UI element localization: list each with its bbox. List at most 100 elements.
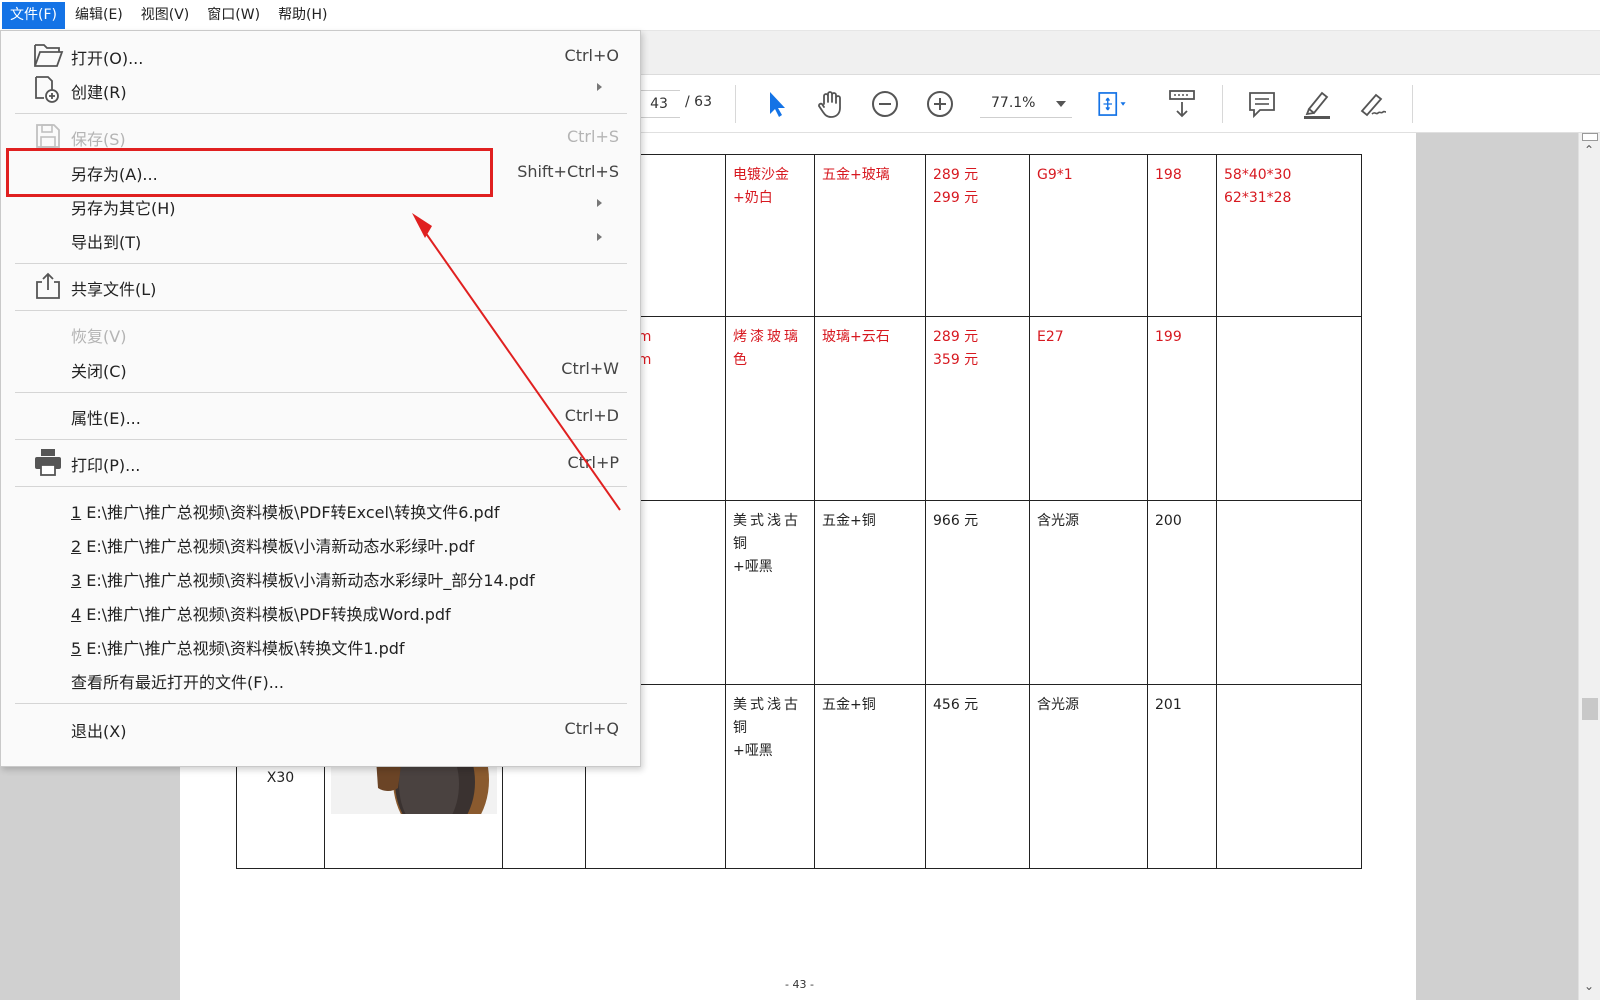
menu-item-label: 打开(O)...	[71, 49, 144, 68]
recent-file-item[interactable]: 3 E:\推广\推广总视频\资料模板\小清新动态水彩绿叶_部分14.pdf	[1, 560, 641, 594]
material-cell: 五金+铜	[814, 684, 926, 869]
number-cell: 201	[1147, 684, 1217, 869]
number-cell: 198	[1147, 154, 1217, 317]
menu-item-label: 查看所有最近打开的文件(F)...	[71, 673, 284, 692]
menu-item-exit[interactable]: 退出(X) Ctrl+Q	[1, 711, 641, 745]
fit-page-icon[interactable]	[1095, 87, 1129, 121]
sign-icon[interactable]	[1356, 87, 1390, 121]
menu-window[interactable]: 窗口(W)	[199, 2, 268, 29]
recent-file-item[interactable]: 5 E:\推广\推广总视频\资料模板\转换文件1.pdf	[1, 628, 641, 662]
recent-file-item[interactable]: 4 E:\推广\推广总视频\资料模板\PDF转换成Word.pdf	[1, 594, 641, 628]
color-cell: 烤漆玻璃色	[725, 316, 815, 501]
recent-file-label: 3 E:\推广\推广总视频\资料模板\小清新动态水彩绿叶_部分14.pdf	[71, 567, 535, 591]
menu-help[interactable]: 帮助(H)	[270, 2, 335, 29]
menu-item-properties[interactable]: 属性(E)... Ctrl+D	[1, 398, 641, 432]
vertical-scrollbar[interactable]: ⌃ ⌄	[1578, 133, 1600, 1000]
price-cell: 289 元	[933, 167, 979, 183]
menu-item-shortcut: Ctrl+O	[564, 46, 619, 65]
scrollbar-thumb[interactable]	[1582, 698, 1598, 720]
recent-file-path: E:\推广\推广总视频\资料模板\PDF转换成Word.pdf	[86, 605, 451, 624]
page-label: - 43 -	[785, 978, 814, 991]
material-cell: 玻璃+云石	[814, 316, 926, 501]
source-cell: G9*1	[1029, 154, 1148, 317]
material-cell: 五金+铜	[814, 500, 926, 685]
menu-bar: 文件(F) 编辑(E) 视图(V) 窗口(W) 帮助(H)	[0, 0, 1600, 31]
recent-file-path: E:\推广\推广总视频\资料模板\PDF转Excel\转换文件6.pdf	[86, 503, 500, 522]
menu-item-label: 导出到(T)	[71, 233, 142, 252]
menu-item-print[interactable]: 打印(P)... Ctrl+P	[1, 445, 641, 479]
menu-item-shortcut: Ctrl+W	[561, 359, 619, 378]
menu-item-close[interactable]: 关闭(C) Ctrl+W	[1, 351, 641, 385]
menu-divider	[15, 310, 627, 311]
recent-file-path: E:\推广\推广总视频\资料模板\小清新动态水彩绿叶_部分14.pdf	[86, 571, 535, 590]
price-cell: 966 元	[925, 500, 1030, 685]
chevron-down-icon	[1056, 101, 1066, 107]
recent-file-item[interactable]: 2 E:\推广\推广总视频\资料模板\小清新动态水彩绿叶.pdf	[1, 526, 641, 560]
menu-item-view-all-recent[interactable]: 查看所有最近打开的文件(F)...	[1, 662, 641, 696]
scroll-down-icon[interactable]: ⌄	[1584, 979, 1594, 993]
menu-item-label: 创建(R)	[71, 83, 127, 102]
menu-item-label: 另存为其它(H)	[71, 199, 176, 218]
number-cell: 200	[1147, 500, 1217, 685]
menu-item-label: 打印(P)...	[71, 456, 141, 475]
annotation-highlight-box	[6, 148, 493, 197]
submenu-arrow-icon	[597, 199, 602, 207]
zoom-dropdown[interactable]: 77.1%	[980, 90, 1072, 118]
recent-file-label: 5 E:\推广\推广总视频\资料模板\转换文件1.pdf	[71, 635, 405, 659]
price-cell: 456 元	[925, 684, 1030, 869]
scroll-up-icon[interactable]: ⌃	[1584, 143, 1594, 157]
price-cell: 289 元	[933, 329, 979, 345]
source-cell: 含光源	[1029, 684, 1148, 869]
pack-cell: 58*40*30	[1224, 167, 1292, 183]
menu-file[interactable]: 文件(F)	[2, 1, 65, 29]
price-cell: 299 元	[933, 190, 979, 206]
menu-item-revert: 恢复(V)	[1, 316, 641, 350]
menu-item-shortcut: Ctrl+S	[566, 127, 619, 146]
recent-file-number: 5	[71, 639, 82, 658]
pack-cell: 62*31*28	[1224, 190, 1292, 206]
recent-file-number: 2	[71, 537, 82, 556]
page-total: / 63	[685, 94, 712, 110]
menu-divider	[15, 486, 627, 487]
select-arrow-icon[interactable]	[760, 87, 794, 121]
menu-item-label: 退出(X)	[71, 722, 127, 741]
menu-item-share[interactable]: 共享文件(L)	[1, 269, 641, 303]
hand-tool-icon[interactable]	[813, 87, 847, 121]
menu-item-label: 属性(E)...	[71, 409, 141, 428]
scroll-mode-icon[interactable]	[1165, 87, 1199, 121]
highlight-icon[interactable]	[1300, 87, 1334, 121]
menu-divider	[15, 113, 627, 114]
menu-edit[interactable]: 编辑(E)	[67, 2, 131, 29]
color-cell: 电镀沙金+奶白	[725, 154, 815, 317]
toolbar-divider	[735, 85, 736, 123]
menu-item-create[interactable]: 创建(R)	[1, 72, 641, 106]
menu-item-shortcut: Shift+Ctrl+S	[517, 162, 619, 181]
menu-item-export[interactable]: 导出到(T)	[1, 222, 641, 256]
recent-file-number: 3	[71, 571, 82, 590]
zoom-in-icon[interactable]	[923, 87, 957, 121]
zoom-value: 77.1%	[991, 95, 1036, 111]
create-icon	[35, 76, 59, 103]
menu-item-label: 保存(S)	[71, 130, 126, 149]
menu-item-label: 关闭(C)	[71, 362, 127, 381]
zoom-out-icon[interactable]	[868, 87, 902, 121]
menu-item-label: 恢复(V)	[71, 327, 127, 346]
recent-file-label: 4 E:\推广\推广总视频\资料模板\PDF转换成Word.pdf	[71, 601, 451, 625]
comment-icon[interactable]	[1245, 87, 1279, 121]
page-number-input[interactable]: 43	[638, 90, 680, 118]
color-cell: 美式浅古铜	[733, 513, 801, 552]
save-icon	[36, 124, 60, 148]
color-cell-2: +哑黑	[733, 743, 773, 759]
color-cell-2: +哑黑	[733, 559, 773, 575]
menu-item-label: 共享文件(L)	[71, 280, 157, 299]
menu-view[interactable]: 视图(V)	[133, 2, 198, 29]
submenu-arrow-icon	[597, 233, 602, 241]
recent-file-item[interactable]: 1 E:\推广\推广总视频\资料模板\PDF转Excel\转换文件6.pdf	[1, 492, 641, 526]
recent-file-number: 1	[71, 503, 82, 522]
open-folder-icon	[34, 44, 64, 67]
menu-item-open[interactable]: 打开(O)... Ctrl+O	[1, 38, 641, 72]
menu-divider	[15, 439, 627, 440]
recent-file-path: E:\推广\推广总视频\资料模板\小清新动态水彩绿叶.pdf	[86, 537, 475, 556]
source-cell: E27	[1029, 316, 1148, 501]
menu-item-shortcut: Ctrl+Q	[564, 719, 619, 738]
